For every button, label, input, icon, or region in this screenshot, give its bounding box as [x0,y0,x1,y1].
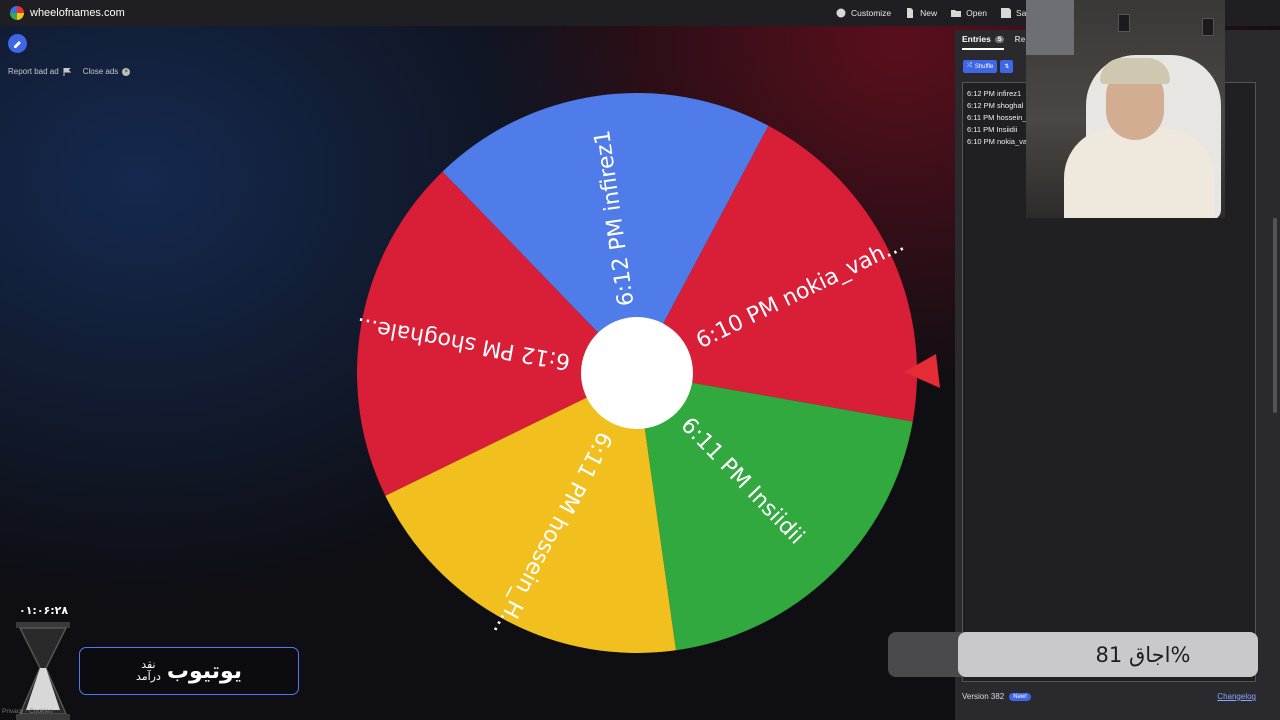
sort-icon: ⇅ [1004,64,1010,70]
tab-entries-label: Entries [962,34,991,44]
brand[interactable]: wheelofnames.com [10,6,125,20]
new-label: New [920,8,938,18]
close-ads-link[interactable]: Close ads × [83,67,131,76]
save-icon [1000,8,1011,18]
webcam-window [1026,0,1074,55]
page-scrollbar[interactable] [1273,218,1277,413]
ad-controls: Report bad ad Close ads × [8,67,131,76]
shuffle-icon: ⤮ [967,63,972,69]
panel-footer: Version 382 New! Changelog [962,692,1256,701]
privacy-link[interactable]: Privacy · Cookies [2,708,53,715]
webcam-person-cap [1100,58,1170,84]
top-actions: Customize New Open Sav [836,0,1031,26]
close-ads-label: Close ads [82,67,119,76]
open-button[interactable]: Open [951,8,987,18]
wheel-logo-icon [10,6,24,20]
income-subtitle: نقد درآمد [136,659,161,683]
file-icon [907,8,914,18]
changelog-link[interactable]: Changelog [1217,692,1256,701]
palette-icon [836,8,846,18]
webcam-person-body [1064,128,1214,218]
stream-timer: ۰۱:۰۶:۲۸ [19,604,69,617]
sort-button[interactable]: ⇅ [1000,60,1014,73]
customize-button[interactable]: Customize [836,8,891,18]
shuffle-button[interactable]: ⤮ Shuffle [963,60,998,73]
wheel-hub[interactable] [581,317,693,429]
progress-bar: اجاق 81% [888,632,1258,677]
customize-label: Customize [851,8,892,18]
shuffle-label: Shuffle [974,63,994,70]
report-ad-link[interactable]: Report bad ad [8,67,71,76]
close-icon: × [122,67,131,76]
folder-icon [951,10,962,17]
report-ad-label: Report bad ad [8,67,59,76]
flag-icon [63,67,71,76]
entries-count-badge: 5 [994,35,1005,43]
tab-entries[interactable]: Entries 5 [962,34,1005,50]
pencil-icon [13,40,21,48]
hourglass-icon [16,622,70,720]
wheel-pointer-icon [904,354,940,388]
open-label: Open [966,8,987,18]
income-title: یوتیوب [166,658,243,684]
version-label: Version 382 [962,692,1005,701]
webcam-poster [1202,18,1214,36]
webcam-poster [1118,14,1130,32]
wheel[interactable]: 6:12 PM infirez1 6:10 PM nokia_vah... 6:11… [352,88,922,658]
tab-results[interactable]: Re [1014,34,1025,50]
site-title: wheelofnames.com [30,7,125,19]
entries-toolbar: ⤮ Shuffle ⇅ [963,60,1014,73]
new-button[interactable]: New [905,8,937,18]
progress-label: اجاق 81% [1095,642,1191,667]
income-subtitle-bottom: درآمد [135,670,161,683]
webcam-overlay [1026,0,1225,218]
screen: wheelofnames.com Customize New Open Sav [0,0,1280,720]
new-badge: New! [1009,692,1031,701]
wheel-graphic[interactable]: 6:12 PM infirez1 6:10 PM nokia_vah...6:11… [352,88,922,658]
panel-tabs: Entries 5 Re [962,34,1025,50]
edit-button[interactable] [8,34,27,53]
income-badge: یوتیوب نقد درآمد [79,647,299,695]
